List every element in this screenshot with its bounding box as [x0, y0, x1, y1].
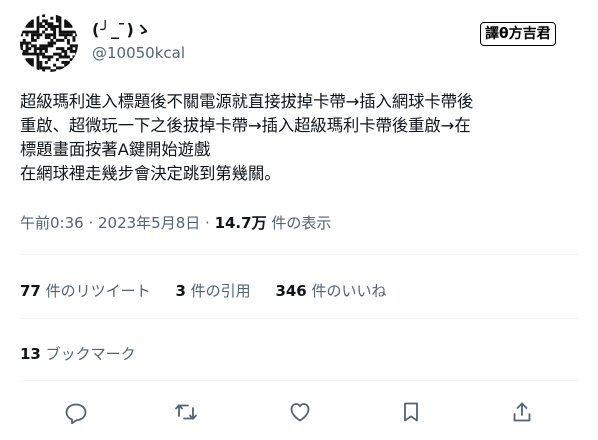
bookmarks-stat[interactable]: 13 ブックマーク: [20, 343, 136, 364]
tweet-line: 超級瑪利進入標題後不關電源就直接拔掉卡帶→插入網球卡帶後: [20, 92, 474, 111]
reply-button[interactable]: [64, 400, 88, 425]
translator-watermark: 譯θ方吉君: [480, 22, 556, 46]
views-label: 件の表示: [266, 214, 332, 232]
share-icon: [513, 402, 531, 422]
tweet-line: 在網球裡走幾步會決定跳到第幾關。: [20, 164, 281, 183]
like-icon: [290, 403, 310, 422]
likes-label: 件のいいね: [306, 282, 387, 300]
like-button[interactable]: [288, 400, 312, 424]
author-handle[interactable]: @10050kcal: [92, 44, 185, 62]
bookmark-icon: [404, 402, 418, 422]
tweet-text: 超級瑪利進入標題後不關電源就直接拔掉卡帶→插入網球卡帶後 重啟、超微玩一下之後拔…: [20, 90, 580, 186]
quotes-count: 3: [175, 282, 186, 300]
views-count: 14.7万: [214, 214, 267, 232]
tweet-meta: 午前0:36 · 2023年5月8日 · 14.7万 件の表示: [20, 212, 331, 233]
avatar[interactable]: [20, 14, 78, 72]
retweet-icon: [175, 404, 197, 420]
qr-code-avatar-image: [20, 14, 78, 72]
divider: [20, 318, 578, 319]
likes-stat[interactable]: 346 件のいいね: [275, 282, 386, 300]
bookmark-button[interactable]: [399, 400, 423, 424]
quotes-label: 件の引用: [185, 282, 251, 300]
divider: [20, 380, 578, 381]
engagement-stats: 77 件のリツイート 3 件の引用 346 件のいいね: [20, 280, 407, 301]
reply-icon: [65, 403, 87, 425]
tweet-line: 重啟、超微玩一下之後拔掉卡帶→插入超級瑪利卡帶後重啟→在: [20, 116, 471, 135]
retweets-count: 77: [20, 282, 41, 300]
bookmarks-count: 13: [20, 345, 41, 363]
likes-count: 346: [275, 282, 307, 300]
bookmarks-label: ブックマーク: [40, 345, 136, 363]
share-button[interactable]: [510, 400, 534, 424]
retweets-label: 件のリツイート: [40, 282, 151, 300]
meta-separator: ·: [200, 214, 215, 232]
tweet-timestamp[interactable]: 午前0:36 · 2023年5月8日: [20, 214, 200, 232]
author-display-name[interactable]: (╯_ ̄)ゝ: [92, 16, 152, 40]
quotes-stat[interactable]: 3 件の引用: [175, 282, 250, 300]
retweet-button[interactable]: [174, 400, 198, 424]
retweets-stat[interactable]: 77 件のリツイート: [20, 282, 151, 300]
tweet-line: 標題畫面按著A鍵開始遊戲: [20, 140, 211, 159]
divider: [20, 254, 578, 255]
